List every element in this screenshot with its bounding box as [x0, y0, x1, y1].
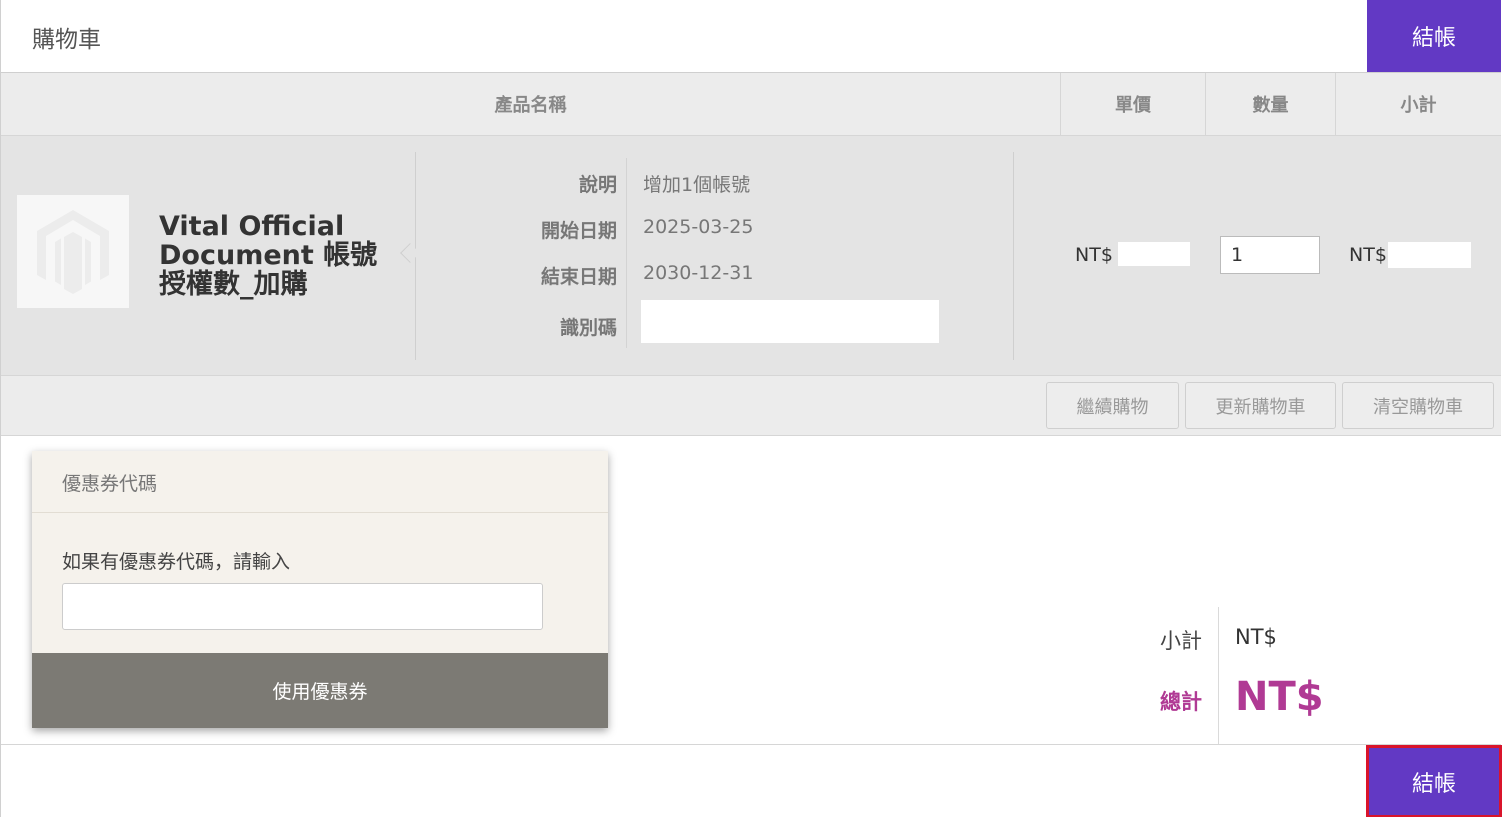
- divider-arrow: [400, 243, 420, 263]
- coupon-panel: 優惠券代碼 如果有優惠券代碼，請輸入 使用優惠券: [32, 451, 608, 728]
- continue-shopping-button[interactable]: 繼續購物: [1046, 382, 1179, 429]
- divider: [1218, 607, 1219, 745]
- redacted-row-subtotal: [1388, 242, 1471, 268]
- option-label-description: 說明: [578, 174, 617, 196]
- coupon-code-input[interactable]: [62, 583, 543, 630]
- option-value-start-date: 2025-03-25: [643, 216, 754, 238]
- product-thumbnail[interactable]: [17, 195, 129, 308]
- divider: [1, 744, 1501, 745]
- redacted-unit-price: [1118, 242, 1190, 266]
- option-value-description: 增加1個帳號: [643, 174, 751, 196]
- column-header-quantity: 數量: [1205, 73, 1335, 135]
- option-label-start-date: 開始日期: [540, 220, 617, 242]
- product-name-link[interactable]: Vital Official Document 帳號授權數_加購: [159, 212, 399, 299]
- column-header-subtotal: 小計: [1335, 73, 1501, 135]
- magento-logo-icon: [37, 209, 109, 294]
- subtotal-label: 小計: [1160, 629, 1202, 653]
- apply-coupon-button[interactable]: 使用優惠券: [32, 653, 608, 728]
- checkout-button-top[interactable]: 結帳: [1367, 0, 1501, 72]
- cart-actions: 繼續購物 更新購物車 清空購物車: [1, 376, 1501, 436]
- divider: [626, 158, 627, 348]
- checkout-button-bottom[interactable]: 結帳: [1366, 745, 1502, 817]
- cart-page: 購物車 結帳 產品名稱 單價 數量 小計 Vital Official Docu…: [0, 0, 1502, 817]
- table-row: Vital Official Document 帳號授權數_加購 說明 增加1個…: [1, 136, 1501, 376]
- quantity-input[interactable]: [1220, 236, 1320, 274]
- option-value-identifier: [641, 300, 939, 343]
- grand-total-label: 總計: [1160, 690, 1202, 714]
- column-header-product-name: 產品名稱: [494, 95, 567, 116]
- grand-total-value: NT$: [1235, 674, 1324, 720]
- option-label-identifier: 識別碼: [559, 317, 617, 339]
- unit-price: NT$: [1075, 244, 1113, 266]
- cart-header: 購物車: [1, 0, 1501, 73]
- cart-table-header: 產品名稱 單價 數量 小計: [1, 73, 1501, 136]
- page-title: 購物車: [32, 27, 101, 53]
- row-subtotal: NT$: [1349, 244, 1387, 266]
- clear-cart-button[interactable]: 清空購物車: [1342, 382, 1494, 429]
- coupon-prompt: 如果有優惠券代碼，請輸入: [62, 551, 291, 573]
- coupon-title: 優惠券代碼: [32, 451, 608, 513]
- update-cart-button[interactable]: 更新購物車: [1185, 382, 1336, 429]
- option-label-end-date: 結束日期: [540, 266, 617, 288]
- column-header-unit-price: 單價: [1060, 73, 1205, 135]
- subtotal-value: NT$: [1235, 625, 1277, 649]
- option-value-end-date: 2030-12-31: [643, 262, 754, 284]
- divider: [1013, 152, 1014, 360]
